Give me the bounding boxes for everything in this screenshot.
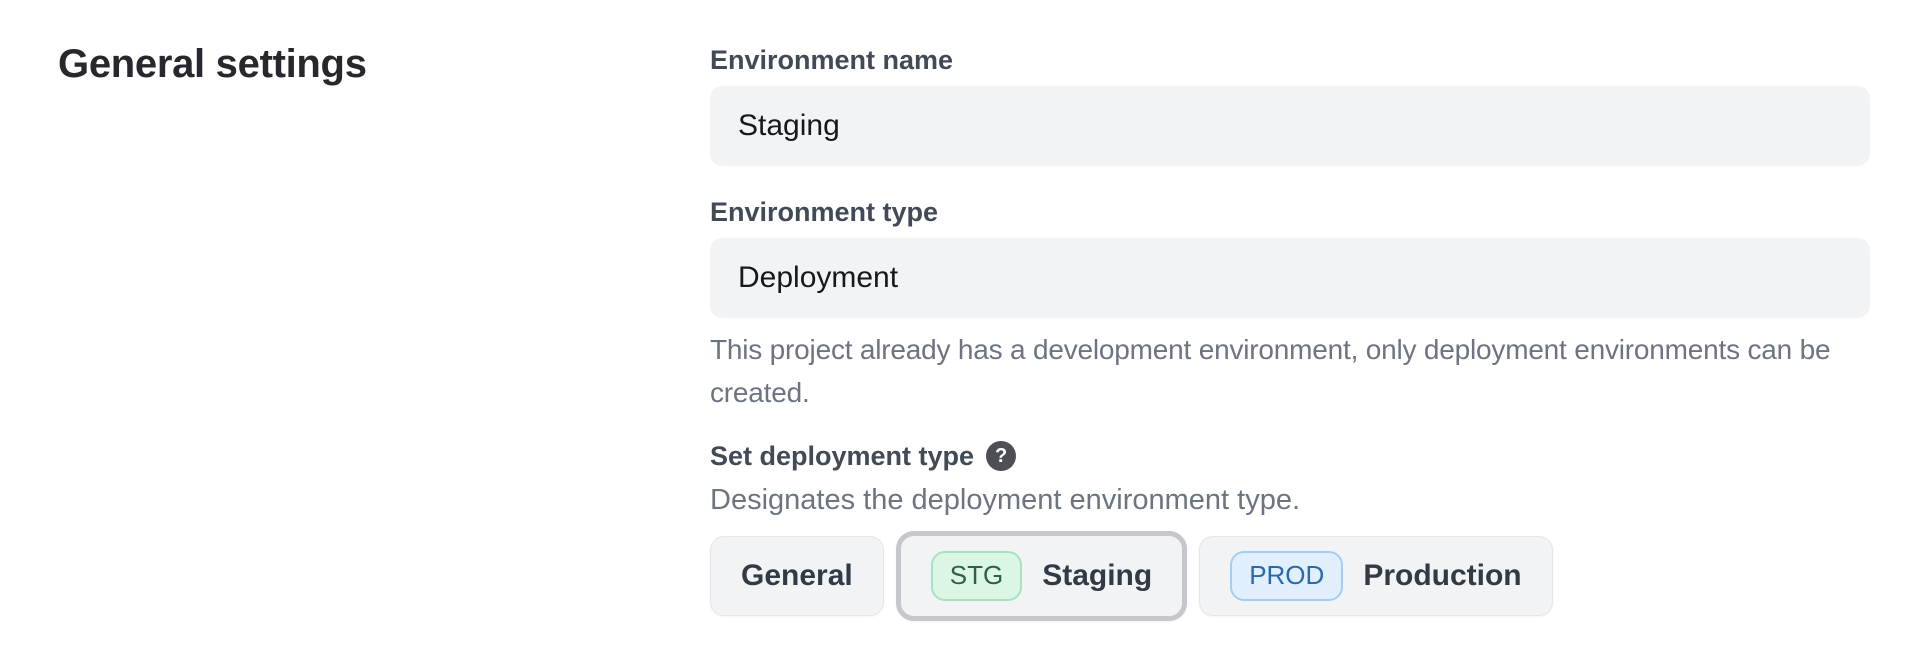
environment-name-input[interactable] — [710, 86, 1870, 166]
general-settings-page: General settings Environment name Enviro… — [0, 0, 1916, 652]
environment-type-help-text: This project already has a development e… — [710, 328, 1870, 414]
staging-badge: STG — [931, 551, 1022, 600]
option-label: Production — [1363, 559, 1521, 593]
deployment-type-description: Designates the deployment environment ty… — [710, 482, 1870, 518]
deployment-type-options: General STG Staging PROD Production — [710, 530, 1870, 622]
deployment-type-option-production[interactable]: PROD Production — [1199, 536, 1552, 616]
environment-type-input[interactable] — [710, 238, 1870, 318]
environment-type-group: Environment type This project already ha… — [710, 196, 1870, 414]
option-label: Staging — [1042, 559, 1152, 593]
option-label: General — [741, 559, 853, 593]
question-help-icon[interactable]: ? — [986, 441, 1016, 471]
environment-name-label: Environment name — [710, 44, 1870, 76]
settings-form: Environment name Environment type This p… — [710, 0, 1870, 652]
settings-section-header: General settings — [0, 0, 710, 652]
environment-type-label: Environment type — [710, 196, 1870, 228]
set-deployment-type-row: Set deployment type ? — [710, 440, 1870, 472]
production-badge: PROD — [1230, 551, 1343, 600]
set-deployment-type-label: Set deployment type — [710, 440, 974, 472]
environment-name-group: Environment name — [710, 44, 1870, 166]
deployment-type-option-general[interactable]: General — [710, 536, 884, 616]
deployment-type-option-staging[interactable]: STG Staging — [896, 531, 1187, 621]
page-title: General settings — [58, 40, 710, 88]
